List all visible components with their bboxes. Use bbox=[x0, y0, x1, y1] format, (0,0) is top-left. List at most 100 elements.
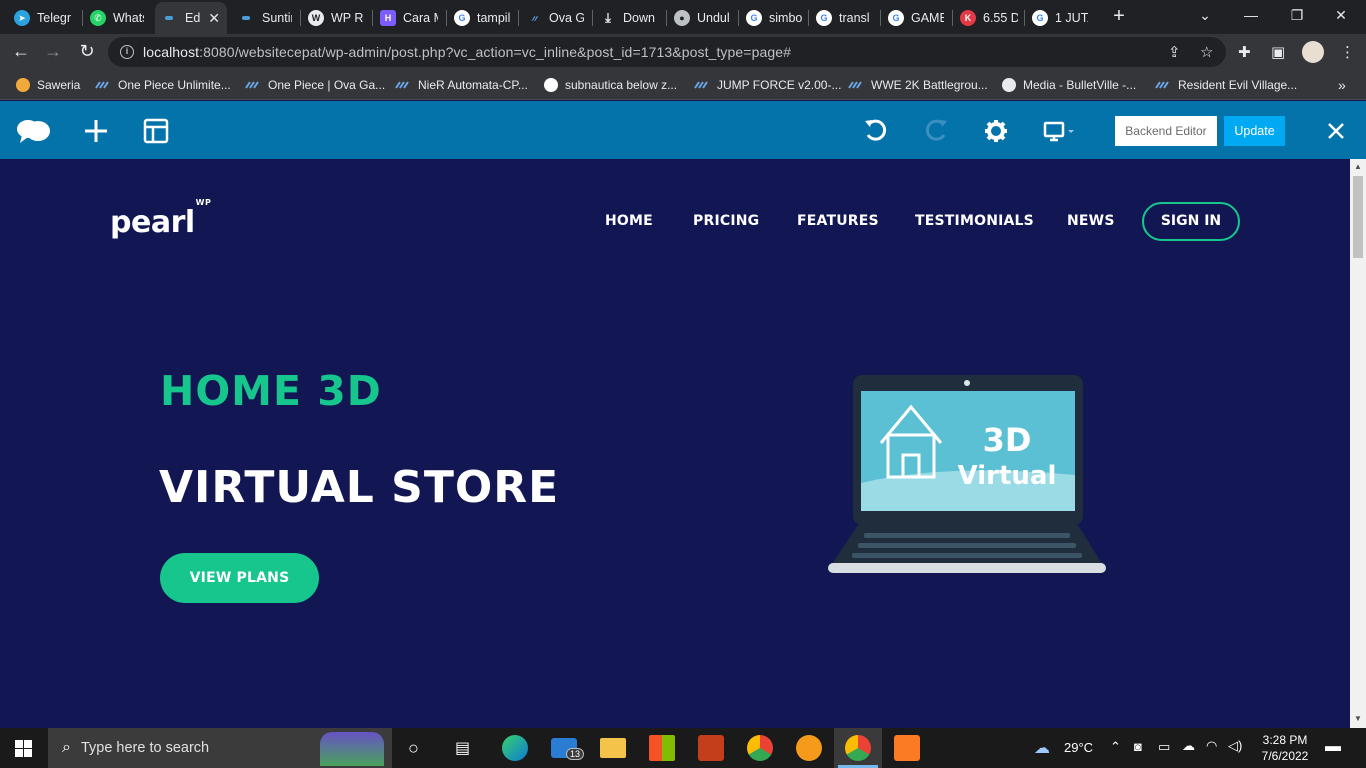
chrome-icon[interactable] bbox=[845, 735, 871, 761]
browser-tab[interactable]: K 6.55 D bbox=[954, 4, 1024, 32]
ova-icon bbox=[395, 81, 409, 89]
responsive-preview-icon[interactable] bbox=[1042, 117, 1078, 145]
show-hidden-icons[interactable]: ⌃ bbox=[1110, 739, 1121, 755]
new-tab-button[interactable]: + bbox=[1108, 6, 1130, 28]
scrollbar-thumb[interactable] bbox=[1353, 176, 1363, 258]
bookmark-item[interactable]: WWE 2K Battlegrou... bbox=[848, 76, 988, 94]
edge-icon[interactable] bbox=[502, 735, 528, 761]
file-explorer-icon[interactable] bbox=[600, 738, 626, 758]
powerpoint-icon[interactable] bbox=[698, 735, 724, 761]
browser-tab-active[interactable]: Ed ✕ bbox=[155, 2, 227, 34]
tab-title: Undul bbox=[697, 11, 730, 25]
browser-tab[interactable]: H Cara M bbox=[374, 4, 444, 32]
templates-icon[interactable] bbox=[142, 117, 170, 145]
tab-title: tampil bbox=[477, 11, 511, 25]
browser-tab[interactable]: ➤ Telegr bbox=[8, 4, 80, 32]
bookmark-label: JUMP FORCE v2.00-... bbox=[717, 78, 842, 92]
microsoft-store-icon[interactable] bbox=[649, 735, 675, 761]
profile-avatar[interactable] bbox=[1302, 41, 1324, 63]
nav-pricing[interactable]: PRICING bbox=[693, 213, 759, 229]
tab-title: Ed bbox=[185, 11, 201, 25]
wifi-icon[interactable]: ◠ bbox=[1206, 738, 1217, 754]
share-icon[interactable]: ⇪ bbox=[1168, 43, 1181, 61]
restore-icon[interactable]: ❐ bbox=[1282, 4, 1312, 28]
widgets-icon[interactable]: ▤ bbox=[455, 738, 470, 758]
update-button[interactable]: Update bbox=[1224, 116, 1285, 146]
windows-start-icon[interactable] bbox=[15, 740, 32, 757]
wpbakery-icon bbox=[165, 16, 173, 20]
backend-editor-button[interactable]: Backend Editor bbox=[1115, 116, 1217, 146]
tab-search-icon[interactable]: ⌄ bbox=[1190, 4, 1220, 28]
bookmark-item[interactable]: Resident Evil Village... bbox=[1155, 76, 1297, 94]
reload-icon[interactable]: ↻ bbox=[74, 40, 100, 64]
taskbar-search[interactable]: ⌕ Type here to search bbox=[48, 728, 392, 768]
extensions-icon[interactable]: ✚ bbox=[1238, 43, 1251, 61]
menu-icon[interactable]: ⋮ bbox=[1340, 43, 1355, 61]
browser-tab[interactable]: G GAME bbox=[882, 4, 950, 32]
browser-tab[interactable]: W WP Re bbox=[302, 4, 370, 32]
browser-tab[interactable]: ✆ Whats bbox=[84, 4, 150, 32]
forward-icon[interactable]: → bbox=[40, 40, 66, 64]
tab-title: transl bbox=[839, 11, 870, 25]
browser-tab[interactable]: G tampil bbox=[448, 4, 518, 32]
scroll-down-icon[interactable]: ▼ bbox=[1353, 714, 1363, 724]
browser-tab[interactable]: ⤓ Down bbox=[594, 4, 664, 32]
settings-gear-icon[interactable] bbox=[982, 117, 1010, 145]
scroll-up-icon[interactable]: ▲ bbox=[1353, 162, 1363, 172]
side-panel-icon[interactable]: ▣ bbox=[1271, 43, 1285, 61]
browser-tab[interactable]: G simbo bbox=[740, 4, 808, 32]
sign-in-button[interactable]: SIGN IN bbox=[1142, 202, 1240, 241]
close-tab-icon[interactable]: ✕ bbox=[208, 10, 220, 27]
url-host: localhost bbox=[143, 44, 200, 60]
browser-toolbar: ← → ↻ i localhost:8080/websitecepat/wp-a… bbox=[0, 34, 1366, 70]
hero-heading-accent: HOME 3D bbox=[160, 367, 382, 415]
browser-tab[interactable]: ● Undul bbox=[668, 4, 736, 32]
browser-tab[interactable]: G transl bbox=[810, 4, 878, 32]
weather-icon[interactable]: ☁ bbox=[1034, 738, 1050, 758]
minimize-icon[interactable]: — bbox=[1236, 4, 1266, 28]
bookmark-item[interactable]: One Piece | Ova Ga... bbox=[245, 76, 385, 94]
url-text[interactable]: localhost:8080/websitecepat/wp-admin/pos… bbox=[143, 44, 791, 60]
bookmark-item[interactable]: Saweria bbox=[16, 76, 80, 94]
bookmark-item[interactable]: NieR Automata-CP... bbox=[395, 76, 528, 94]
site-info-icon[interactable]: i bbox=[120, 45, 134, 59]
battery-icon[interactable]: ▭ bbox=[1158, 739, 1170, 755]
tab-title: Whats bbox=[113, 11, 144, 25]
browser-tab[interactable]: G 1 JUTA bbox=[1026, 4, 1094, 32]
undo-icon[interactable] bbox=[862, 117, 890, 145]
volume-icon[interactable]: ◁) bbox=[1228, 738, 1242, 754]
close-editor-icon[interactable] bbox=[1322, 117, 1350, 145]
bookmark-item[interactable]: One Piece Unlimite... bbox=[95, 76, 231, 94]
tab-title: 1 JUTA bbox=[1055, 11, 1088, 25]
more-bookmarks-icon[interactable]: » bbox=[1338, 76, 1346, 94]
bookmark-item[interactable]: Media - BulletVille -... bbox=[1002, 76, 1136, 94]
nav-home[interactable]: HOME bbox=[605, 213, 653, 229]
add-element-icon[interactable] bbox=[82, 117, 110, 145]
bookmark-star-icon[interactable]: ☆ bbox=[1200, 43, 1213, 61]
close-window-icon[interactable]: ✕ bbox=[1326, 4, 1356, 28]
site-logo[interactable]: pearlWP bbox=[110, 198, 211, 240]
bookmark-item[interactable]: subnautica below z... bbox=[544, 76, 677, 94]
telegram-icon: ➤ bbox=[14, 10, 30, 26]
meet-icon[interactable]: ◙ bbox=[1134, 739, 1142, 754]
browser-tab[interactable]: 〃 Ova G bbox=[520, 4, 590, 32]
browser-tab[interactable]: Suntin bbox=[232, 4, 298, 32]
notifications-icon[interactable]: ▬ bbox=[1325, 738, 1341, 756]
clock[interactable]: 3:28 PM 7/6/2022 bbox=[1252, 732, 1318, 764]
view-plans-button[interactable]: VIEW PLANS bbox=[160, 553, 319, 603]
brave-icon[interactable] bbox=[796, 735, 822, 761]
task-view-icon[interactable]: ○ bbox=[408, 738, 419, 759]
nav-news[interactable]: NEWS bbox=[1067, 213, 1115, 229]
temperature[interactable]: 29°C bbox=[1064, 740, 1093, 755]
wpbakery-logo-icon[interactable] bbox=[14, 117, 52, 145]
xampp-icon[interactable] bbox=[894, 735, 920, 761]
globe-icon bbox=[1002, 78, 1016, 92]
nav-testimonials[interactable]: TESTIMONIALS bbox=[915, 213, 1034, 229]
onedrive-icon[interactable]: ☁ bbox=[1182, 738, 1195, 754]
nav-features[interactable]: FEATURES bbox=[797, 213, 879, 229]
chrome-icon[interactable] bbox=[747, 735, 773, 761]
bookmark-item[interactable]: JUMP FORCE v2.00-... bbox=[694, 76, 841, 94]
address-bar[interactable]: i localhost:8080/websitecepat/wp-admin/p… bbox=[108, 37, 1226, 67]
page-preview: pearlWP HOME PRICING FEATURES TESTIMONIA… bbox=[0, 159, 1350, 728]
back-icon[interactable]: ← bbox=[8, 40, 34, 64]
